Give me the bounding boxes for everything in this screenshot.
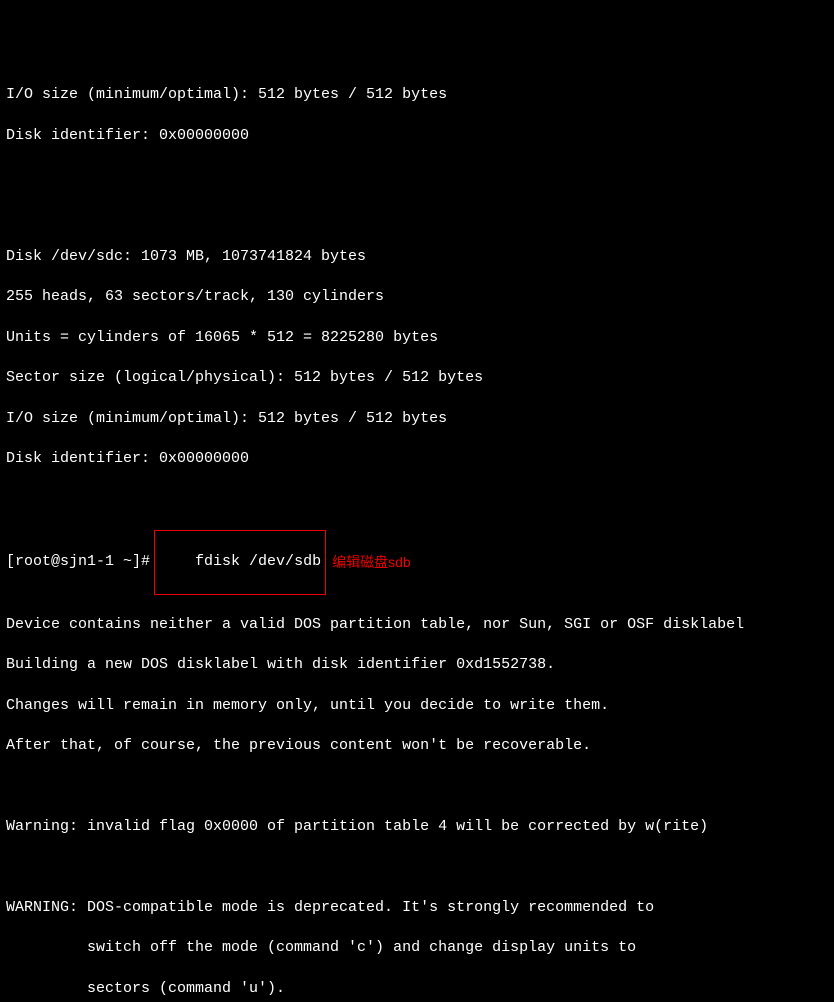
- blank-line: [6, 206, 828, 226]
- command-highlight-box: fdisk /dev/sdb: [154, 530, 326, 595]
- output-line-sector-size: Sector size (logical/physical): 512 byte…: [6, 368, 828, 388]
- output-line-building: Building a new DOS disklabel with disk i…: [6, 655, 828, 675]
- blank-line: [6, 858, 828, 878]
- annotation-text: 编辑磁盘sdb: [332, 553, 411, 572]
- output-line-disk-id-2: Disk identifier: 0x00000000: [6, 449, 828, 469]
- output-line-disk-sdc: Disk /dev/sdc: 1073 MB, 1073741824 bytes: [6, 247, 828, 267]
- blank-line: [6, 166, 828, 186]
- output-line-device-contains: Device contains neither a valid DOS part…: [6, 615, 828, 635]
- shell-prompt: [root@sjn1-1 ~]#: [6, 552, 150, 572]
- output-line-io-size-2: I/O size (minimum/optimal): 512 bytes / …: [6, 409, 828, 429]
- output-line-after-that: After that, of course, the previous cont…: [6, 736, 828, 756]
- output-line-disk-id-1: Disk identifier: 0x00000000: [6, 126, 828, 146]
- output-line-heads: 255 heads, 63 sectors/track, 130 cylinde…: [6, 287, 828, 307]
- output-line-units: Units = cylinders of 16065 * 512 = 82252…: [6, 328, 828, 348]
- output-line-warning2a: WARNING: DOS-compatible mode is deprecat…: [6, 898, 828, 918]
- output-line-io-size-1: I/O size (minimum/optimal): 512 bytes / …: [6, 85, 828, 105]
- output-line-warning2c: sectors (command 'u').: [6, 979, 828, 999]
- shell-prompt-line[interactable]: [root@sjn1-1 ~]# fdisk /dev/sdb 编辑磁盘sdb: [6, 530, 828, 595]
- output-line-warning1: Warning: invalid flag 0x0000 of partitio…: [6, 817, 828, 837]
- command-text: fdisk /dev/sdb: [195, 553, 321, 570]
- blank-line: [6, 490, 828, 510]
- output-line-changes: Changes will remain in memory only, unti…: [6, 696, 828, 716]
- output-line-warning2b: switch off the mode (command 'c') and ch…: [6, 938, 828, 958]
- blank-line: [6, 777, 828, 797]
